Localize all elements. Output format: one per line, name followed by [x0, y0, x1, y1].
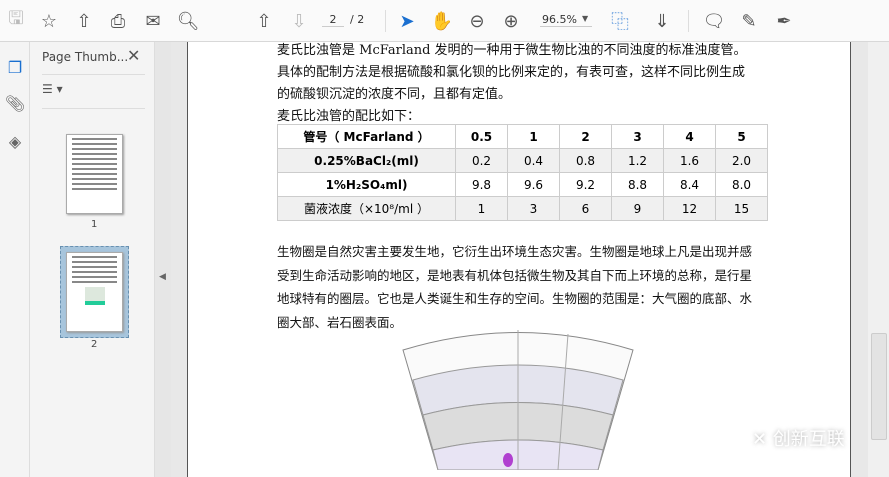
table-cell: 1.6 [663, 148, 716, 173]
mcfarland-table: 管号（ McFarland ） 0.5 1 2 3 4 5 0.25%BaCl₂(ml) 0.… [277, 124, 768, 221]
thumbnail-page-2-selected[interactable] [60, 246, 129, 338]
table-row: 管号（ McFarland ） 0.5 1 2 3 4 5 [277, 124, 768, 149]
select-cursor-icon[interactable]: ➤ [395, 9, 419, 33]
table-cell: 菌液浓度（×10⁸/ml ） [277, 196, 456, 221]
table-cell: 0.25%BaCl₂(ml) [277, 148, 456, 173]
page-thumbnails-icon[interactable]: ❐ [4, 56, 26, 78]
table-cell: 4 [663, 124, 716, 149]
table-cell: 1 [507, 124, 560, 149]
previous-page-icon[interactable]: ⇧ [252, 9, 276, 33]
collapse-arrow-icon[interactable]: ◀ [159, 272, 166, 282]
table-cell: 管号（ McFarland ） [277, 124, 456, 149]
table-cell: 8.8 [611, 172, 664, 197]
table-cell: 12 [663, 196, 716, 221]
table-cell: 0.5 [455, 124, 508, 149]
table-cell: 1%H₂SO₄ml) [277, 172, 456, 197]
table-cell: 0.8 [559, 148, 612, 173]
divider [688, 10, 689, 32]
close-icon[interactable]: ✕ [127, 46, 140, 65]
panel-collapse-handle[interactable]: ◀ [155, 42, 171, 477]
fit-page-icon[interactable]: ⿻ [608, 9, 632, 33]
search-icon[interactable]: 🔍︎ [176, 9, 200, 33]
table-cell: 9.8 [455, 172, 508, 197]
comment-icon[interactable]: 🗨 [702, 9, 726, 33]
attachments-paperclip-icon[interactable]: 📎︎ [4, 92, 26, 114]
document-viewer: 麦氏比浊管是 McFarland 发明的一种用于微生物比浊的不同浊度的标准浊度管… [171, 42, 868, 477]
vertical-scrollbar[interactable] [868, 42, 889, 477]
table-cell: 0.4 [507, 148, 560, 173]
biosphere-diagram [402, 330, 634, 470]
table-cell: 9 [611, 196, 664, 221]
highlight-pen-icon[interactable]: ✎ [737, 9, 761, 33]
paragraph: 麦氏比浊管是 McFarland 发明的一种用于微生物比浊的不同浊度的标准浊度管… [277, 43, 747, 102]
page-total: / 2 [350, 13, 365, 26]
divider [42, 74, 145, 75]
table-cell: 3 [611, 124, 664, 149]
table-row: 0.25%BaCl₂(ml) 0.2 0.4 0.8 1.2 1.6 2.0 [277, 148, 768, 173]
table-cell: 1 [455, 196, 508, 221]
table-cell: 1.2 [611, 148, 664, 173]
table-row: 1%H₂SO₄ml) 9.8 9.6 9.2 8.8 8.4 8.0 [277, 172, 768, 197]
divider [42, 108, 145, 109]
watermark-logo: ✕ 创新互联 [752, 429, 845, 450]
thumbnail-label: 2 [91, 339, 98, 350]
hand-tool-icon[interactable]: ✋ [430, 9, 454, 33]
table-cell: 6 [559, 196, 612, 221]
toolbar: 🖫 ☆ ⇧ ⎙ ✉ 🔍︎ ⇧ ⇩ 2 / 2 ➤ ✋ ⊖ ⊕ 96.5% ▼ ⿻… [0, 0, 889, 42]
table-cell: 0.2 [455, 148, 508, 173]
sign-icon[interactable]: ✒ [772, 9, 796, 33]
pdf-page: 麦氏比浊管是 McFarland 发明的一种用于微生物比浊的不同浊度的标准浊度管… [187, 42, 851, 477]
table-cell: 8.4 [663, 172, 716, 197]
email-icon[interactable]: ✉ [141, 9, 165, 33]
upload-cloud-icon[interactable]: ⇧ [72, 9, 96, 33]
chevron-down-icon[interactable]: ▼ [582, 14, 588, 23]
thumbnail-page-1[interactable] [66, 134, 123, 214]
thumbnail-options-button[interactable]: ☰ ▾ [42, 82, 63, 96]
thumbnail-label: 1 [91, 219, 98, 230]
next-page-icon[interactable]: ⇩ [287, 9, 311, 33]
table-cell: 15 [715, 196, 768, 221]
table-cell: 2.0 [715, 148, 768, 173]
table-cell: 3 [507, 196, 560, 221]
page-number-input[interactable]: 2 [322, 13, 344, 27]
thumbnails-panel: Page Thumb... ✕ ☰ ▾ 1 2 [30, 42, 155, 477]
scrollbar-thumb[interactable] [871, 333, 887, 440]
table-cell: 8.0 [715, 172, 768, 197]
table-row: 菌液浓度（×10⁸/ml ） 1 3 6 9 12 15 [277, 196, 768, 221]
bookmark-star-icon[interactable]: ☆ [37, 9, 61, 33]
table-cell: 2 [559, 124, 612, 149]
left-rail: ❐ 📎︎ ◈ [0, 42, 30, 477]
table-cell: 9.2 [559, 172, 612, 197]
zoom-in-icon[interactable]: ⊕ [499, 9, 523, 33]
scroll-mode-icon[interactable]: ⇓ [650, 9, 674, 33]
panel-title: Page Thumb... [42, 50, 129, 64]
table-cell: 5 [715, 124, 768, 149]
table-cell: 9.6 [507, 172, 560, 197]
print-icon[interactable]: ⎙ [106, 9, 130, 33]
layers-icon[interactable]: ◈ [4, 130, 26, 152]
divider [385, 10, 386, 32]
zoom-out-icon[interactable]: ⊖ [465, 9, 489, 33]
save-icon[interactable]: 🖫 [4, 8, 28, 33]
